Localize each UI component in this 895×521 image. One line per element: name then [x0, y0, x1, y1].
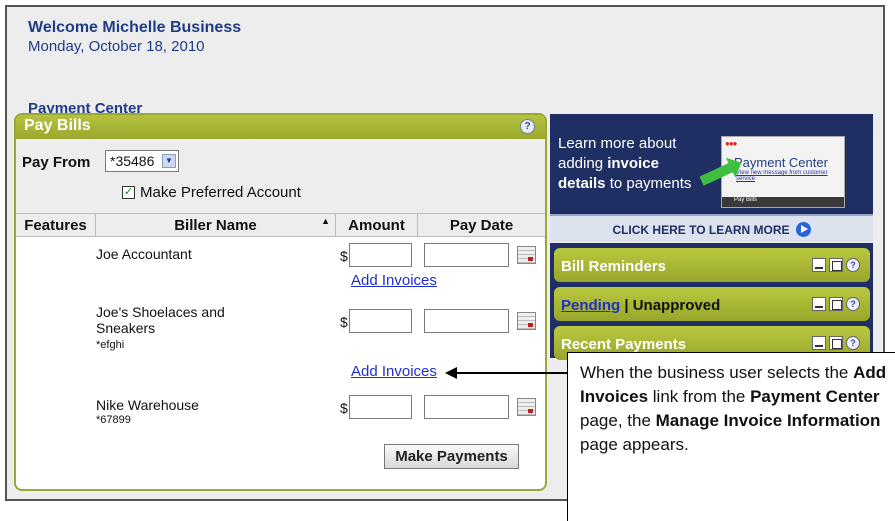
- welcome-name: Welcome Michelle Business: [28, 19, 242, 36]
- biller-name: Nike Warehouse: [96, 397, 199, 413]
- callout-box: When the business user selects the Add I…: [567, 352, 895, 521]
- pay-date-input[interactable]: [424, 395, 509, 419]
- callout-bold-3: Manage Invoice Information: [655, 411, 881, 430]
- column-header-features: Features: [16, 214, 96, 236]
- bill-reminders-title: Bill Reminders: [561, 258, 667, 275]
- callout-text-2: link from the: [648, 387, 751, 406]
- welcome-block: Welcome Michelle Business Monday, Octobe…: [28, 19, 241, 55]
- bill-row: Joe Accountant $ Add Invoices: [16, 237, 545, 297]
- learn-line-2a: adding: [558, 155, 608, 172]
- unapproved-label[interactable]: Unapproved: [633, 297, 721, 314]
- add-invoices-link[interactable]: Add Invoices: [351, 363, 437, 380]
- learn-more-text: Learn more about adding invoice details …: [558, 134, 691, 194]
- pay-from-section: Pay From *35486 ▼ ✓ Make Preferred Accou…: [16, 139, 545, 213]
- callout-bold-2: Payment Center: [750, 387, 880, 406]
- preferred-account-label: Make Preferred Account: [140, 184, 301, 201]
- recent-payments-title: Recent Payments: [561, 336, 687, 353]
- pay-bills-header: Pay Bills ?: [16, 115, 545, 139]
- widget-controls: ?: [812, 258, 860, 272]
- question-icon[interactable]: ?: [520, 119, 535, 134]
- biller-account: *efghi: [96, 339, 125, 351]
- maximize-icon[interactable]: [829, 258, 843, 272]
- learn-more-banner[interactable]: Learn more about adding invoice details …: [550, 114, 873, 242]
- minimize-icon[interactable]: [812, 336, 826, 350]
- question-icon[interactable]: ?: [846, 297, 860, 311]
- biller-name: Joe Accountant: [96, 246, 192, 262]
- amount-input[interactable]: [349, 309, 412, 333]
- learn-line-2b: invoice: [607, 155, 659, 172]
- biller-name-header-label: Biller Name: [174, 217, 257, 234]
- pay-from-label: Pay From: [22, 154, 91, 171]
- widget-controls: ?: [812, 297, 860, 311]
- pay-bills-title: Pay Bills: [24, 117, 91, 134]
- question-icon[interactable]: ?: [846, 258, 860, 272]
- callout-arrow: [454, 372, 567, 374]
- widget-controls: ?: [812, 336, 860, 350]
- pending-widget: Pending | Unapproved ?: [554, 287, 870, 321]
- currency-symbol: $: [340, 400, 348, 416]
- biller-account: *67899: [96, 414, 131, 426]
- column-header-amount: Amount: [336, 214, 418, 236]
- bill-reminders-widget: Bill Reminders ?: [554, 248, 870, 282]
- pay-date-input[interactable]: [424, 309, 509, 333]
- callout-text-1: When the business user selects the: [580, 363, 854, 382]
- sort-up-icon[interactable]: ▲: [321, 216, 330, 226]
- bill-table-header: Features Biller Name ▲ Amount Pay Date: [16, 213, 545, 237]
- callout-text-4: page appears.: [580, 435, 689, 454]
- maximize-icon[interactable]: [829, 336, 843, 350]
- currency-symbol: $: [340, 248, 348, 264]
- pay-bills-panel: Pay Bills ? Pay From *35486 ▼ ✓ Make Pre…: [14, 113, 547, 491]
- pay-date-input[interactable]: [424, 243, 509, 267]
- preview-bar: Pay Bills: [722, 197, 844, 207]
- maximize-icon[interactable]: [829, 297, 843, 311]
- column-header-biller-name[interactable]: Biller Name ▲: [96, 214, 336, 236]
- widgets-panel: Bill Reminders ? Pending | Unapproved ? …: [550, 243, 873, 360]
- question-icon[interactable]: ?: [846, 336, 860, 350]
- add-invoices-link[interactable]: Add Invoices: [351, 272, 437, 289]
- currency-symbol: $: [340, 314, 348, 330]
- learn-more-label: CLICK HERE TO LEARN MORE: [612, 223, 790, 237]
- learn-line-3a: details: [558, 175, 606, 192]
- bill-row: Joe's Shoelaces and Sneakers *efghi $ Ad…: [16, 297, 545, 395]
- calendar-icon[interactable]: [517, 398, 536, 416]
- welcome-date: Monday, October 18, 2010: [28, 38, 205, 55]
- biller-name: Joe's Shoelaces and Sneakers: [96, 304, 225, 336]
- column-header-pay-date: Pay Date: [449, 217, 514, 234]
- pending-link[interactable]: Pending: [561, 297, 620, 314]
- minimize-icon[interactable]: [812, 297, 826, 311]
- bill-row: Nike Warehouse *67899 $: [16, 395, 545, 435]
- pay-from-value: *35486: [110, 153, 155, 169]
- learn-line-1: Learn more about: [558, 135, 677, 152]
- make-payments-button[interactable]: Make Payments: [384, 444, 519, 469]
- amount-input[interactable]: [349, 395, 412, 419]
- preview-link: View new message from customer service: [736, 170, 828, 182]
- preferred-account-row: ✓ Make Preferred Account: [122, 184, 301, 201]
- chevron-down-icon[interactable]: ▼: [162, 154, 176, 168]
- preview-title: Payment Center: [734, 155, 828, 170]
- play-icon: [795, 222, 811, 237]
- learn-more-link[interactable]: CLICK HERE TO LEARN MORE: [550, 214, 873, 242]
- learn-line-2: adding invoice: [558, 154, 691, 174]
- arrow-left-icon: [445, 367, 457, 379]
- preferred-account-checkbox[interactable]: ✓: [122, 186, 135, 199]
- callout-text-3: page, the: [580, 411, 656, 430]
- window-dots-icon: ●●●: [725, 139, 737, 148]
- pay-from-select[interactable]: *35486 ▼: [105, 150, 179, 172]
- amount-input[interactable]: [349, 243, 412, 267]
- learn-line-3: details to payments: [558, 174, 691, 194]
- widget-separator: |: [620, 297, 633, 314]
- minimize-icon[interactable]: [812, 258, 826, 272]
- calendar-icon[interactable]: [517, 312, 536, 330]
- calendar-icon[interactable]: [517, 246, 536, 264]
- learn-line-3b: to payments: [605, 175, 692, 192]
